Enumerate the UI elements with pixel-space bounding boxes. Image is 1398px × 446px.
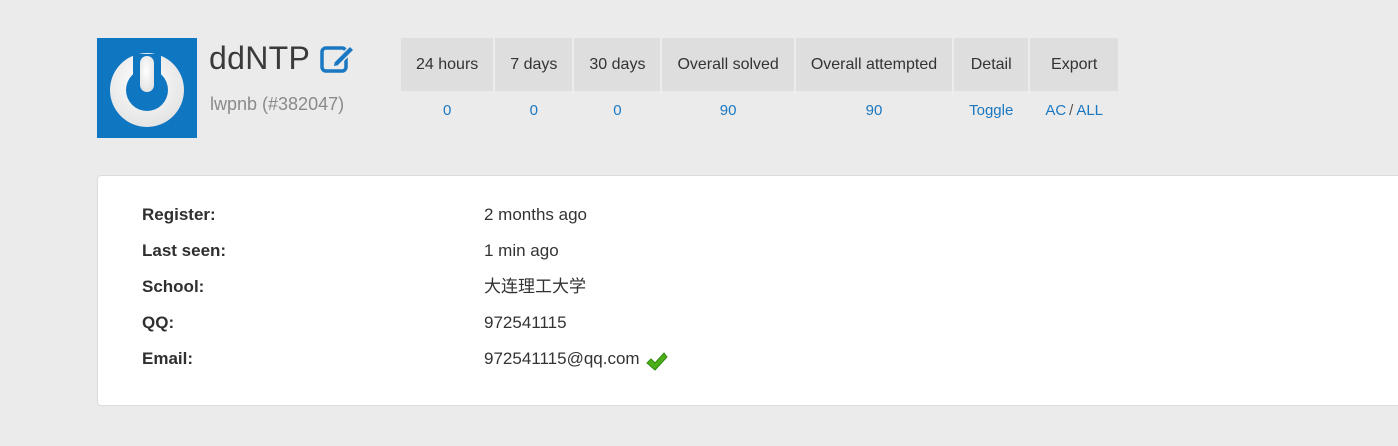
display-name-text: ddNTP: [209, 40, 311, 76]
stat-overall-solved-link[interactable]: 90: [720, 102, 737, 119]
stats-header-overall-attempted: Overall attempted: [794, 38, 955, 91]
stats-cell-7-days: 0: [494, 91, 575, 129]
stat-overall-attempted-link[interactable]: 90: [866, 102, 883, 119]
stats-header-detail: Detail: [953, 38, 1031, 91]
info-label: QQ:: [142, 313, 175, 332]
detail-toggle-link[interactable]: Toggle: [969, 102, 1013, 119]
power-icon: [110, 53, 184, 127]
info-value: 大连理工大学: [484, 277, 586, 296]
stats-header-30-days: 30 days: [573, 38, 663, 91]
stat-7-days-link[interactable]: 0: [530, 102, 538, 119]
info-row-qq: QQ: 972541115: [98, 305, 1398, 341]
info-row-last-seen: Last seen: 1 min ago: [98, 233, 1398, 269]
info-label: Last seen:: [142, 241, 227, 260]
user-info-card: Register: 2 months ago Last seen: 1 min …: [97, 175, 1398, 406]
stats-header-7-days: 7 days: [494, 38, 575, 91]
email-text: 972541115@qq.com: [484, 349, 640, 368]
stats-header-overall-solved: Overall solved: [661, 38, 796, 91]
info-value-email: 972541115@qq.com: [484, 341, 668, 377]
info-label: Register:: [142, 205, 216, 224]
stat-24-hours-link[interactable]: 0: [443, 102, 451, 119]
info-value: 1 min ago: [484, 241, 559, 260]
stats-header-export: Export: [1029, 38, 1119, 91]
user-handle: lwpnb (#382047): [210, 94, 345, 114]
info-row-register: Register: 2 months ago: [98, 197, 1398, 233]
avatar: [97, 38, 197, 138]
export-separator: /: [1069, 101, 1074, 119]
stats-cell-overall-attempted: 90: [794, 91, 955, 129]
stats-cell-detail: Toggle: [953, 91, 1031, 129]
stats-cell-export: AC / ALL: [1029, 91, 1119, 129]
export-all-link[interactable]: ALL: [1076, 102, 1103, 119]
info-label: School:: [142, 277, 205, 296]
check-icon: [645, 349, 668, 371]
profile-page: ddNTP lwpnb (#382047) 24 hours 7 days 30…: [0, 0, 1398, 446]
stats-cell-overall-solved: 90: [661, 91, 796, 129]
info-value: 2 months ago: [484, 205, 588, 224]
stats-table: 24 hours 7 days 30 days Overall solved O…: [401, 38, 1119, 129]
stats-cell-24-hours: 0: [401, 91, 496, 129]
stats-cell-30-days: 0: [573, 91, 663, 129]
stats-header-24-hours: 24 hours: [401, 38, 496, 91]
info-label: Email:: [142, 349, 194, 368]
info-value: 972541115: [484, 313, 567, 332]
stat-30-days-link[interactable]: 0: [613, 102, 621, 119]
export-ac-link[interactable]: AC: [1045, 102, 1066, 119]
info-row-school: School: 大连理工大学: [98, 269, 1398, 305]
user-display-name: ddNTP: [209, 38, 356, 78]
info-row-email: Email: 972541115@qq.com: [98, 341, 1398, 377]
edit-icon[interactable]: [320, 42, 356, 74]
